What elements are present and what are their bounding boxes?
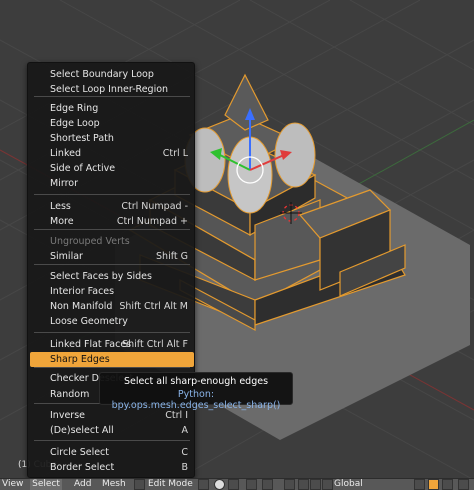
menu-item-label: Side of Active: [50, 163, 116, 174]
menu-item-label: Select Boundary Loop: [50, 69, 154, 80]
menu-item-circle-select[interactable]: Circle Select C: [30, 445, 194, 460]
orientation-select[interactable]: Global: [334, 479, 363, 490]
menu-item-linked-flat-faces[interactable]: Linked Flat Faces Shift Ctrl Alt F: [30, 337, 194, 352]
menu-item-label: Less: [50, 201, 71, 212]
scale-icon[interactable]: [322, 479, 333, 490]
shading-icon[interactable]: [214, 479, 225, 490]
menu-item-label: Select Faces by Sides: [50, 271, 152, 282]
select-menu-button[interactable]: Select: [30, 479, 62, 490]
menu-item-shortest-path[interactable]: Shortest Path: [30, 131, 194, 146]
menu-item-border-select[interactable]: Border Select B: [30, 460, 194, 475]
menu-item-shortcut: Ctrl L: [162, 148, 188, 159]
menu-separator: [34, 332, 190, 333]
menu-item-select-boundary-loop[interactable]: Select Boundary Loop: [30, 67, 194, 82]
menu-item-edge-ring[interactable]: Edge Ring: [30, 101, 194, 116]
menu-item-interior-faces[interactable]: Interior Faces: [30, 284, 194, 299]
tooltip-python: Python: bpy.ops.mesh.edges_select_sharp(…: [111, 389, 281, 411]
pivot-dropdown-icon[interactable]: [262, 479, 273, 490]
menu-item-shortcut: A: [181, 425, 189, 436]
tooltip-title: Select all sharp-enough edges: [123, 376, 269, 387]
menu-item-label: Loose Geometry: [50, 316, 128, 327]
menu-item-sharp-edges[interactable]: Sharp Edges: [30, 352, 194, 367]
menu-item-linked[interactable]: Linked Ctrl L: [30, 146, 194, 161]
translate-icon[interactable]: [298, 479, 309, 490]
menu-item-label: Interior Faces: [50, 286, 115, 297]
vertex-select-icon[interactable]: [414, 479, 425, 490]
menu-item-label: Non Manifold: [50, 301, 113, 312]
menu-item-shortcut: Shift G: [156, 251, 188, 262]
menu-item-label: Circle Select: [50, 447, 110, 458]
menu-item-ungrouped-verts[interactable]: Ungrouped Verts: [30, 234, 194, 249]
face-select-icon[interactable]: [442, 479, 453, 490]
menu-item-shortcut: Ctrl Numpad +: [116, 216, 188, 227]
menu-separator: [34, 229, 190, 230]
menu-item-non-manifold[interactable]: Non Manifold Shift Ctrl Alt M: [30, 299, 194, 314]
rotate-icon[interactable]: [310, 479, 321, 490]
menu-item-label: Select Loop Inner-Region: [50, 84, 169, 95]
select-menu: Select Boundary Loop Select Loop Inner-Re…: [27, 62, 195, 478]
menu-item-label: Linked: [50, 148, 81, 159]
view-menu[interactable]: View: [2, 479, 23, 490]
menu-item-select-loop-inner-region[interactable]: Select Loop Inner-Region: [30, 82, 194, 97]
menu-item-loose-geometry[interactable]: Loose Geometry: [30, 314, 194, 329]
menu-item-label: Similar: [50, 251, 83, 262]
pivot-icon[interactable]: [246, 479, 257, 490]
menu-item-label: Ungrouped Verts: [50, 236, 130, 247]
menu-item-label: Sharp Edges: [50, 354, 110, 365]
menu-item-label: More: [50, 216, 74, 227]
menu-item-shortcut: C: [181, 447, 188, 458]
menu-item-label: Edge Ring: [50, 103, 99, 114]
mode-icon: [134, 479, 145, 490]
menu-item-edge-loop[interactable]: Edge Loop: [30, 116, 194, 131]
viewport-header: View Select Add Mesh Edit Mode Global: [0, 478, 474, 490]
menu-item-label: (De)select All: [50, 425, 114, 436]
manipulator-toggle-icon[interactable]: [284, 479, 295, 490]
menu-item-shortcut: Shift Ctrl Alt M: [119, 301, 188, 312]
menu-item-side-of-active[interactable]: Side of Active: [30, 161, 194, 176]
occlude-geometry-icon[interactable]: [458, 479, 469, 490]
shading-dropdown-icon[interactable]: [228, 479, 239, 490]
menu-item-label: Linked Flat Faces: [50, 339, 132, 350]
menu-item-shortcut: Ctrl Numpad -: [121, 201, 188, 212]
menu-separator: [34, 440, 190, 441]
mesh-menu[interactable]: Mesh: [102, 479, 126, 490]
menu-item-shortcut: Shift Ctrl Alt F: [122, 339, 188, 350]
menu-item-select-faces-by-sides[interactable]: Select Faces by Sides: [30, 269, 194, 284]
menu-item-deselect-all[interactable]: (De)select All A: [30, 423, 194, 438]
mode-select[interactable]: Edit Mode: [148, 479, 193, 490]
menu-item-label: Inverse: [50, 410, 85, 421]
add-menu[interactable]: Add: [74, 479, 91, 490]
edge-select-icon[interactable]: [428, 479, 439, 490]
mode-dropdown-icon[interactable]: [198, 479, 209, 490]
menu-item-mirror[interactable]: Mirror: [30, 176, 194, 191]
menu-item-label: Edge Loop: [50, 118, 100, 129]
menu-item-shortcut: B: [181, 462, 188, 473]
menu-separator: [34, 194, 190, 195]
menu-item-label: Random: [50, 389, 90, 400]
menu-item-less[interactable]: Less Ctrl Numpad -: [30, 199, 194, 214]
menu-item-label: Border Select: [50, 462, 115, 473]
menu-separator: [34, 264, 190, 265]
menu-separator: [34, 367, 190, 368]
tooltip: Select all sharp-enough edges Python: bp…: [99, 372, 293, 411]
menu-item-more[interactable]: More Ctrl Numpad +: [30, 214, 194, 229]
menu-item-label: Shortest Path: [50, 133, 114, 144]
menu-item-label: Mirror: [50, 178, 78, 189]
menu-item-similar[interactable]: Similar Shift G: [30, 249, 194, 264]
